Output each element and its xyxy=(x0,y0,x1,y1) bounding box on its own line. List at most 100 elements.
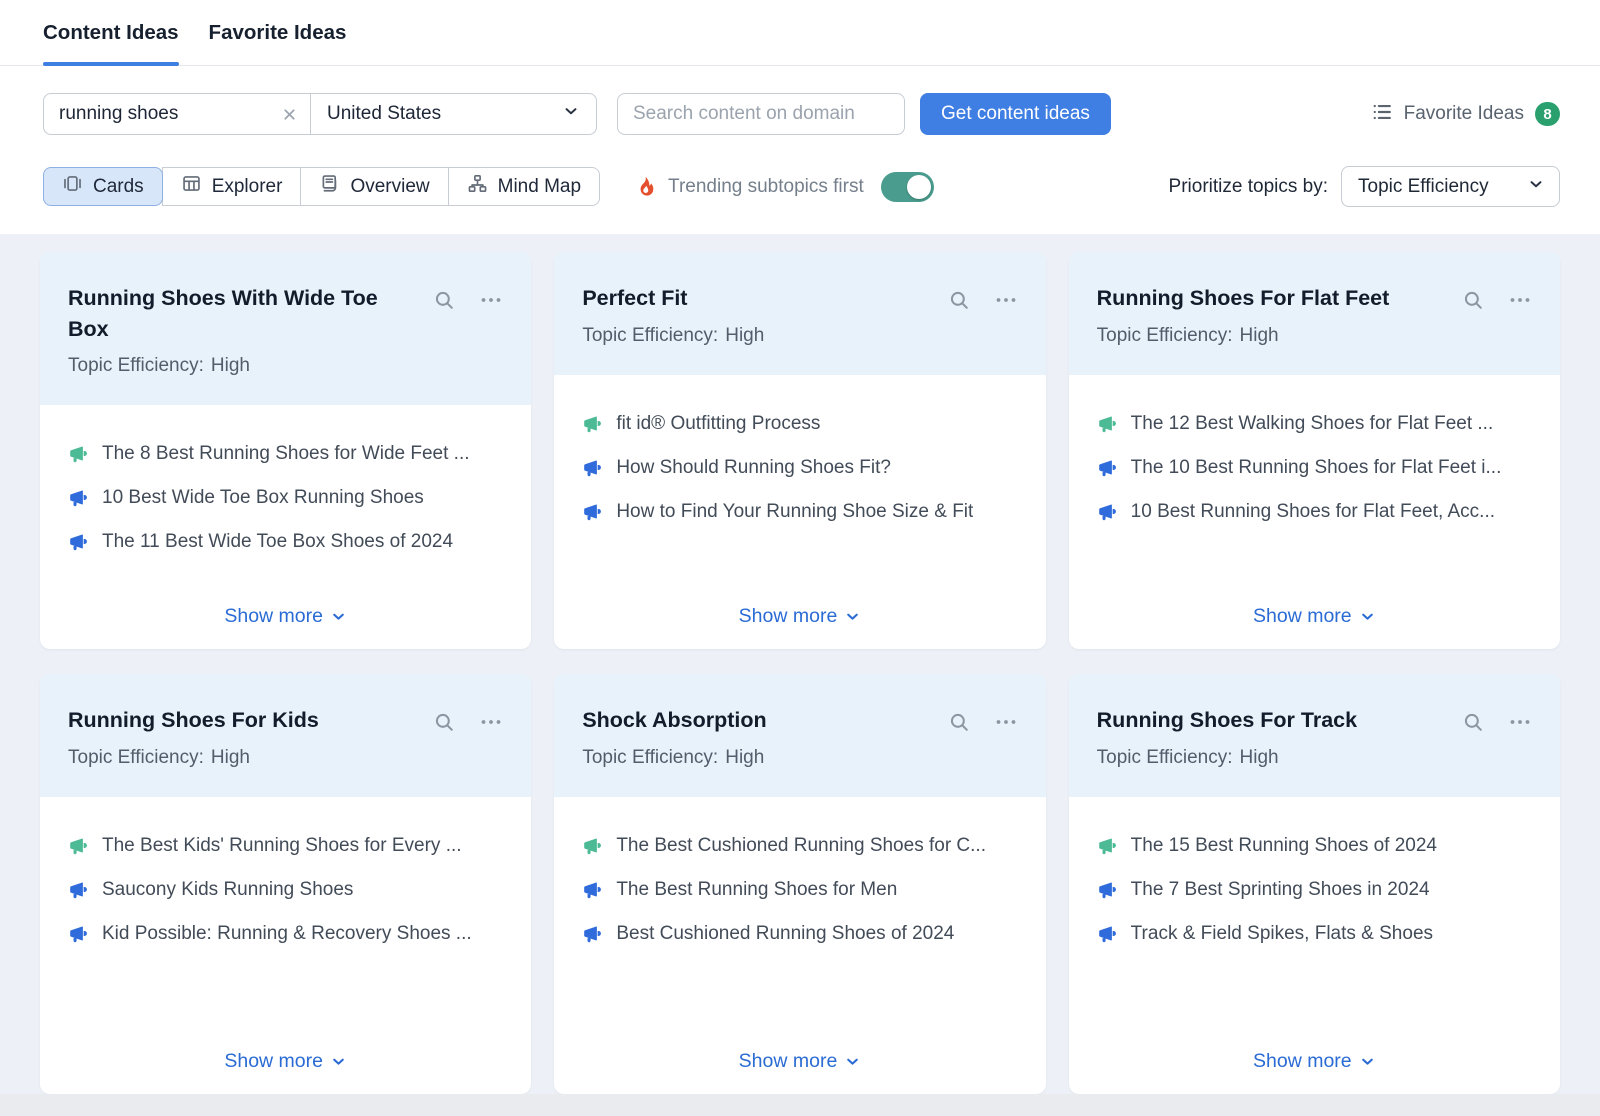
headline-item[interactable]: How Should Running Shoes Fit? xyxy=(582,457,1017,478)
headline-item[interactable]: The Best Kids' Running Shoes for Every .… xyxy=(68,835,503,856)
headline-item[interactable]: Best Cushioned Running Shoes of 2024 xyxy=(582,923,1017,944)
headline-item[interactable]: Track & Field Spikes, Flats & Shoes xyxy=(1097,923,1532,944)
card-body: The Best Kids' Running Shoes for Every .… xyxy=(40,797,531,1094)
view-mindmap-button[interactable]: Mind Map xyxy=(448,167,600,206)
headline-text: The 10 Best Running Shoes for Flat Feet … xyxy=(1131,457,1502,478)
megaphone-icon xyxy=(1097,835,1118,856)
topic-efficiency: Topic Efficiency:High xyxy=(68,355,503,377)
more-options-icon[interactable] xyxy=(1508,288,1532,312)
headline-item[interactable]: The 7 Best Sprinting Shoes in 2024 xyxy=(1097,879,1532,900)
search-topic-icon[interactable] xyxy=(1462,289,1485,312)
efficiency-label: Topic Efficiency: xyxy=(1097,747,1233,768)
keyword-input[interactable] xyxy=(44,94,269,134)
more-options-icon[interactable] xyxy=(994,710,1018,734)
headline-text: The Best Cushioned Running Shoes for C..… xyxy=(616,835,986,856)
search-topic-icon[interactable] xyxy=(1462,711,1485,734)
search-topic-icon[interactable] xyxy=(433,711,456,734)
headline-item[interactable]: 10 Best Running Shoes for Flat Feet, Acc… xyxy=(1097,501,1532,522)
show-more-label: Show more xyxy=(1253,605,1352,628)
view-cards-label: Cards xyxy=(93,176,144,198)
clear-keyword-icon[interactable] xyxy=(269,94,310,134)
idea-list: The 12 Best Walking Shoes for Flat Feet … xyxy=(1097,413,1532,545)
search-topic-icon[interactable] xyxy=(433,289,456,312)
topic-efficiency: Topic Efficiency:High xyxy=(582,747,1017,769)
headline-item[interactable]: The 12 Best Walking Shoes for Flat Feet … xyxy=(1097,413,1532,434)
idea-list: The 15 Best Running Shoes of 2024 The 7 … xyxy=(1097,835,1532,967)
get-content-ideas-button[interactable]: Get content ideas xyxy=(920,93,1111,135)
chevron-down-icon xyxy=(562,102,580,126)
card-body: The 12 Best Walking Shoes for Flat Feet … xyxy=(1069,375,1560,649)
headline-item[interactable]: The 11 Best Wide Toe Box Shoes of 2024 xyxy=(68,531,503,552)
show-more-label: Show more xyxy=(224,605,323,628)
topic-efficiency: Topic Efficiency:High xyxy=(1097,325,1532,347)
headline-item[interactable]: 10 Best Wide Toe Box Running Shoes xyxy=(68,487,503,508)
headline-item[interactable]: How to Find Your Running Shoe Size & Fit xyxy=(582,501,1017,522)
efficiency-value: High xyxy=(1240,325,1279,346)
megaphone-icon xyxy=(68,879,89,900)
card-body: fit id® Outfitting Process How Should Ru… xyxy=(554,375,1045,649)
search-topic-icon[interactable] xyxy=(948,711,971,734)
card-header: Running Shoes For Track Topic Efficiency… xyxy=(1069,674,1560,797)
more-options-icon[interactable] xyxy=(479,710,503,734)
trending-subtopics-label: Trending subtopics first xyxy=(668,176,864,198)
headline-item[interactable]: Kid Possible: Running & Recovery Shoes .… xyxy=(68,923,503,944)
topic-card: Running Shoes With Wide Toe Box Topic Ef… xyxy=(40,252,531,649)
card-body: The 8 Best Running Shoes for Wide Feet .… xyxy=(40,405,531,649)
headline-text: Saucony Kids Running Shoes xyxy=(102,879,353,900)
headline-text: How Should Running Shoes Fit? xyxy=(616,457,891,478)
efficiency-label: Topic Efficiency: xyxy=(582,325,718,346)
controls: United States Get content ideas xyxy=(0,66,1600,234)
more-options-icon[interactable] xyxy=(479,288,503,312)
country-select[interactable]: United States xyxy=(310,94,596,134)
headline-item[interactable]: The Best Cushioned Running Shoes for C..… xyxy=(582,835,1017,856)
headline-text: Best Cushioned Running Shoes of 2024 xyxy=(616,923,954,944)
topic-card: Running Shoes For Kids Topic Efficiency:… xyxy=(40,674,531,1094)
more-options-icon[interactable] xyxy=(994,288,1018,312)
headline-text: How to Find Your Running Shoe Size & Fit xyxy=(616,501,973,522)
trending-toggle[interactable] xyxy=(881,172,934,202)
view-overview-button[interactable]: Overview xyxy=(300,167,448,206)
show-more-button[interactable]: Show more xyxy=(1253,1050,1376,1073)
search-topic-icon[interactable] xyxy=(948,289,971,312)
domain-search-input[interactable] xyxy=(617,93,905,135)
topic-efficiency: Topic Efficiency:High xyxy=(68,747,503,769)
prioritize-topics-label: Prioritize topics by: xyxy=(1169,176,1328,198)
show-more-button[interactable]: Show more xyxy=(224,1050,347,1073)
view-cards-button[interactable]: Cards xyxy=(43,167,163,206)
card-header: Running Shoes With Wide Toe Box Topic Ef… xyxy=(40,252,531,405)
headline-item[interactable]: The 15 Best Running Shoes of 2024 xyxy=(1097,835,1532,856)
prioritize-value: Topic Efficiency xyxy=(1358,176,1489,198)
headline-item[interactable]: The 8 Best Running Shoes for Wide Feet .… xyxy=(68,443,503,464)
headline-text: fit id® Outfitting Process xyxy=(616,413,820,434)
favorite-ideas-link[interactable]: Favorite Ideas 8 xyxy=(1371,93,1560,135)
show-more-button[interactable]: Show more xyxy=(739,605,862,628)
cards-grid: Running Shoes With Wide Toe Box Topic Ef… xyxy=(0,234,1600,1094)
headline-text: The 7 Best Sprinting Shoes in 2024 xyxy=(1131,879,1430,900)
tab-favorite-ideas[interactable]: Favorite Ideas xyxy=(209,0,347,65)
headline-text: The Best Running Shoes for Men xyxy=(616,879,897,900)
view-explorer-button[interactable]: Explorer xyxy=(162,167,302,206)
list-icon xyxy=(1371,101,1393,128)
megaphone-icon xyxy=(68,487,89,508)
megaphone-icon xyxy=(1097,879,1118,900)
headline-item[interactable]: The Best Running Shoes for Men xyxy=(582,879,1017,900)
headline-item[interactable]: Saucony Kids Running Shoes xyxy=(68,879,503,900)
keyword-group: United States xyxy=(43,93,597,135)
more-options-icon[interactable] xyxy=(1508,710,1532,734)
card-title: Running Shoes With Wide Toe Box xyxy=(68,283,433,344)
efficiency-value: High xyxy=(725,747,764,768)
tab-content-ideas[interactable]: Content Ideas xyxy=(43,0,179,65)
show-more-button[interactable]: Show more xyxy=(224,605,347,628)
headline-text: The 12 Best Walking Shoes for Flat Feet … xyxy=(1131,413,1494,434)
headline-item[interactable]: fit id® Outfitting Process xyxy=(582,413,1017,434)
prioritize-dropdown[interactable]: Topic Efficiency xyxy=(1341,166,1560,207)
efficiency-value: High xyxy=(211,355,250,376)
country-value: United States xyxy=(327,103,441,125)
show-more-label: Show more xyxy=(1253,1050,1352,1073)
headline-item[interactable]: The 10 Best Running Shoes for Flat Feet … xyxy=(1097,457,1532,478)
show-more-button[interactable]: Show more xyxy=(739,1050,862,1073)
mindmap-view-icon xyxy=(467,173,488,200)
megaphone-icon xyxy=(582,923,603,944)
idea-list: The Best Cushioned Running Shoes for C..… xyxy=(582,835,1017,967)
show-more-button[interactable]: Show more xyxy=(1253,605,1376,628)
